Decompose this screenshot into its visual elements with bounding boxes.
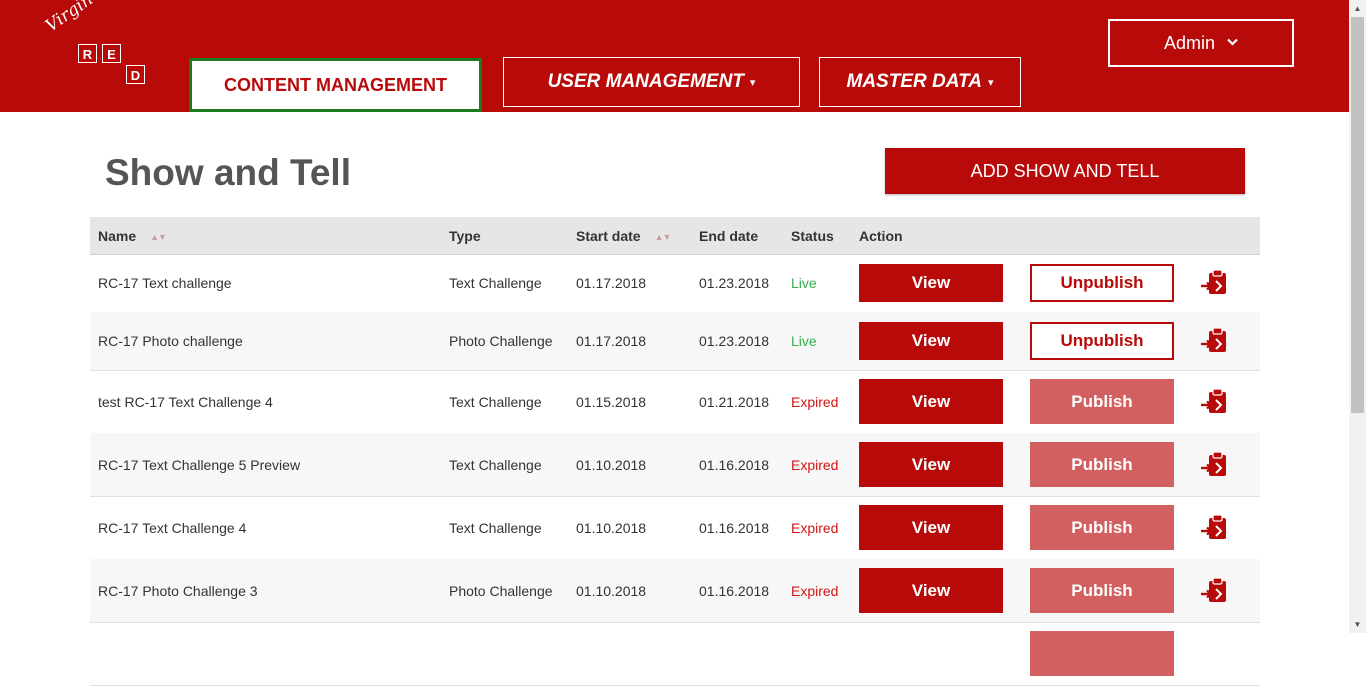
clipboard-arrow-icon[interactable] — [1200, 387, 1230, 417]
row-name: RC-17 Photo challenge — [98, 333, 243, 349]
row-name: test RC-17 Text Challenge 4 — [98, 393, 273, 410]
column-header-status: Status — [791, 228, 834, 244]
row-type: Text Challenge — [449, 519, 542, 536]
row-type: Photo Challenge — [449, 582, 553, 599]
page-scrollbar[interactable]: ▲ ▼ — [1349, 0, 1366, 633]
table-row: RC-17 Text Challenge 5 Preview Text Chall… — [90, 433, 1260, 497]
status-badge: Live — [791, 333, 817, 349]
row-name: RC-17 Photo Challenge 3 — [98, 582, 258, 599]
sort-icon[interactable]: ▲▼ — [655, 232, 672, 242]
row-type: Text Challenge — [449, 393, 542, 410]
add-show-and-tell-button[interactable]: ADD SHOW AND TELL — [885, 148, 1245, 194]
row-end-date: 01.21.2018 — [699, 393, 770, 410]
page-title: Show and Tell — [105, 152, 351, 193]
tab-user-management-label: USER MANAGEMENT — [547, 71, 744, 92]
row-name: RC-17 Text Challenge 5 Preview — [98, 456, 301, 473]
view-button[interactable]: View — [859, 505, 1003, 550]
status-badge: Expired — [791, 456, 839, 473]
caret-down-icon: ▾ — [749, 76, 756, 89]
row-name: RC-17 Text Challenge 4 — [98, 519, 247, 536]
logo-letter-e: E — [102, 44, 121, 63]
row-type: Photo Challenge — [449, 333, 553, 349]
column-header-start-date[interactable]: Start date ▲▼ — [576, 228, 672, 244]
logo-letter-r: R — [78, 44, 97, 63]
view-button[interactable]: View — [859, 568, 1003, 613]
row-name: RC-17 Text challenge — [98, 275, 232, 291]
view-button[interactable]: View — [859, 322, 1003, 360]
view-button[interactable]: View — [859, 264, 1003, 302]
row-end-date: 01.16.2018 — [699, 519, 770, 536]
table-row: RC-17 Text challenge Text Challenge 01.17.… — [90, 254, 1260, 313]
publish-button[interactable]: Publish — [1030, 568, 1174, 613]
clipboard-arrow-icon[interactable] — [1200, 513, 1230, 543]
column-header-end-date: End date — [699, 228, 759, 244]
row-start-date: 01.15.2018 — [576, 393, 647, 410]
chevron-down-icon — [1227, 37, 1238, 49]
table-row: RC-17 Photo challenge Photo Challenge 01.1… — [90, 312, 1260, 371]
row-type: Text Challenge — [449, 456, 542, 473]
scroll-up-arrow-icon[interactable]: ▲ — [1349, 0, 1366, 17]
view-button[interactable]: View — [859, 442, 1003, 487]
admin-label: Admin — [1163, 32, 1216, 53]
table-row: RC-17 Photo Challenge 3 Photo Challenge 01… — [90, 559, 1260, 623]
scroll-thumb[interactable] — [1351, 17, 1364, 413]
clipboard-arrow-icon[interactable] — [1200, 268, 1230, 298]
status-badge: Expired — [791, 393, 839, 410]
column-header-name[interactable]: Name ▲▼ — [98, 228, 167, 244]
unpublish-button[interactable]: Unpublish — [1030, 322, 1174, 360]
top-navbar: Virgin R E D CONTENT MANAGEMENT USER MAN… — [0, 0, 1349, 112]
tab-master-data-label: MASTER DATA — [846, 71, 982, 92]
row-type: Text Challenge — [449, 275, 542, 291]
unpublish-button[interactable]: Unpublish — [1030, 264, 1174, 302]
view-button[interactable]: View — [859, 379, 1003, 424]
caret-down-icon: ▾ — [987, 76, 994, 89]
publish-button[interactable]: Publish — [1030, 379, 1174, 424]
publish-button[interactable] — [1030, 631, 1174, 676]
row-start-date: 01.17.2018 — [576, 333, 647, 349]
scroll-down-arrow-icon[interactable]: ▼ — [1349, 616, 1366, 633]
row-start-date: 01.17.2018 — [576, 275, 647, 291]
row-end-date: 01.23.2018 — [699, 333, 770, 349]
row-start-date: 01.10.2018 — [576, 582, 647, 599]
virgin-red-logo[interactable]: Virgin R E D — [40, 0, 150, 92]
table-row: test RC-17 Text Challenge 4 Text Challeng… — [90, 370, 1260, 434]
tab-content-management-label: CONTENT MANAGEMENT — [224, 74, 447, 95]
column-header-action: Action — [859, 228, 903, 244]
row-end-date: 01.16.2018 — [699, 456, 770, 473]
tab-user-management[interactable]: USER MANAGEMENT ▾ — [503, 57, 800, 107]
tab-content-management[interactable]: CONTENT MANAGEMENT — [189, 58, 482, 112]
status-badge: Expired — [791, 582, 839, 599]
logo-letter-d: D — [126, 65, 145, 84]
sort-icon[interactable]: ▲▼ — [150, 232, 167, 242]
publish-button[interactable]: Publish — [1030, 505, 1174, 550]
admin-menu-button[interactable]: Admin — [1108, 19, 1294, 67]
row-start-date: 01.10.2018 — [576, 519, 647, 536]
clipboard-arrow-icon[interactable] — [1200, 576, 1230, 606]
status-badge: Live — [791, 275, 817, 291]
tab-master-data[interactable]: MASTER DATA ▾ — [819, 57, 1021, 107]
clipboard-arrow-icon[interactable] — [1200, 326, 1230, 356]
column-header-type: Type — [449, 228, 481, 244]
table-row: RC-17 Text Challenge 4 Text Challenge 01.1… — [90, 496, 1260, 560]
publish-button[interactable]: Publish — [1030, 442, 1174, 487]
status-badge: Expired — [791, 519, 839, 536]
row-start-date: 01.10.2018 — [576, 456, 647, 473]
clipboard-arrow-icon[interactable] — [1200, 450, 1230, 480]
row-end-date: 01.23.2018 — [699, 275, 770, 291]
row-end-date: 01.16.2018 — [699, 582, 770, 599]
logo-script: Virgin — [42, 0, 97, 37]
table-row — [90, 622, 1260, 686]
table-header: Name ▲▼ Type Start date ▲▼ End date Status… — [90, 217, 1260, 255]
